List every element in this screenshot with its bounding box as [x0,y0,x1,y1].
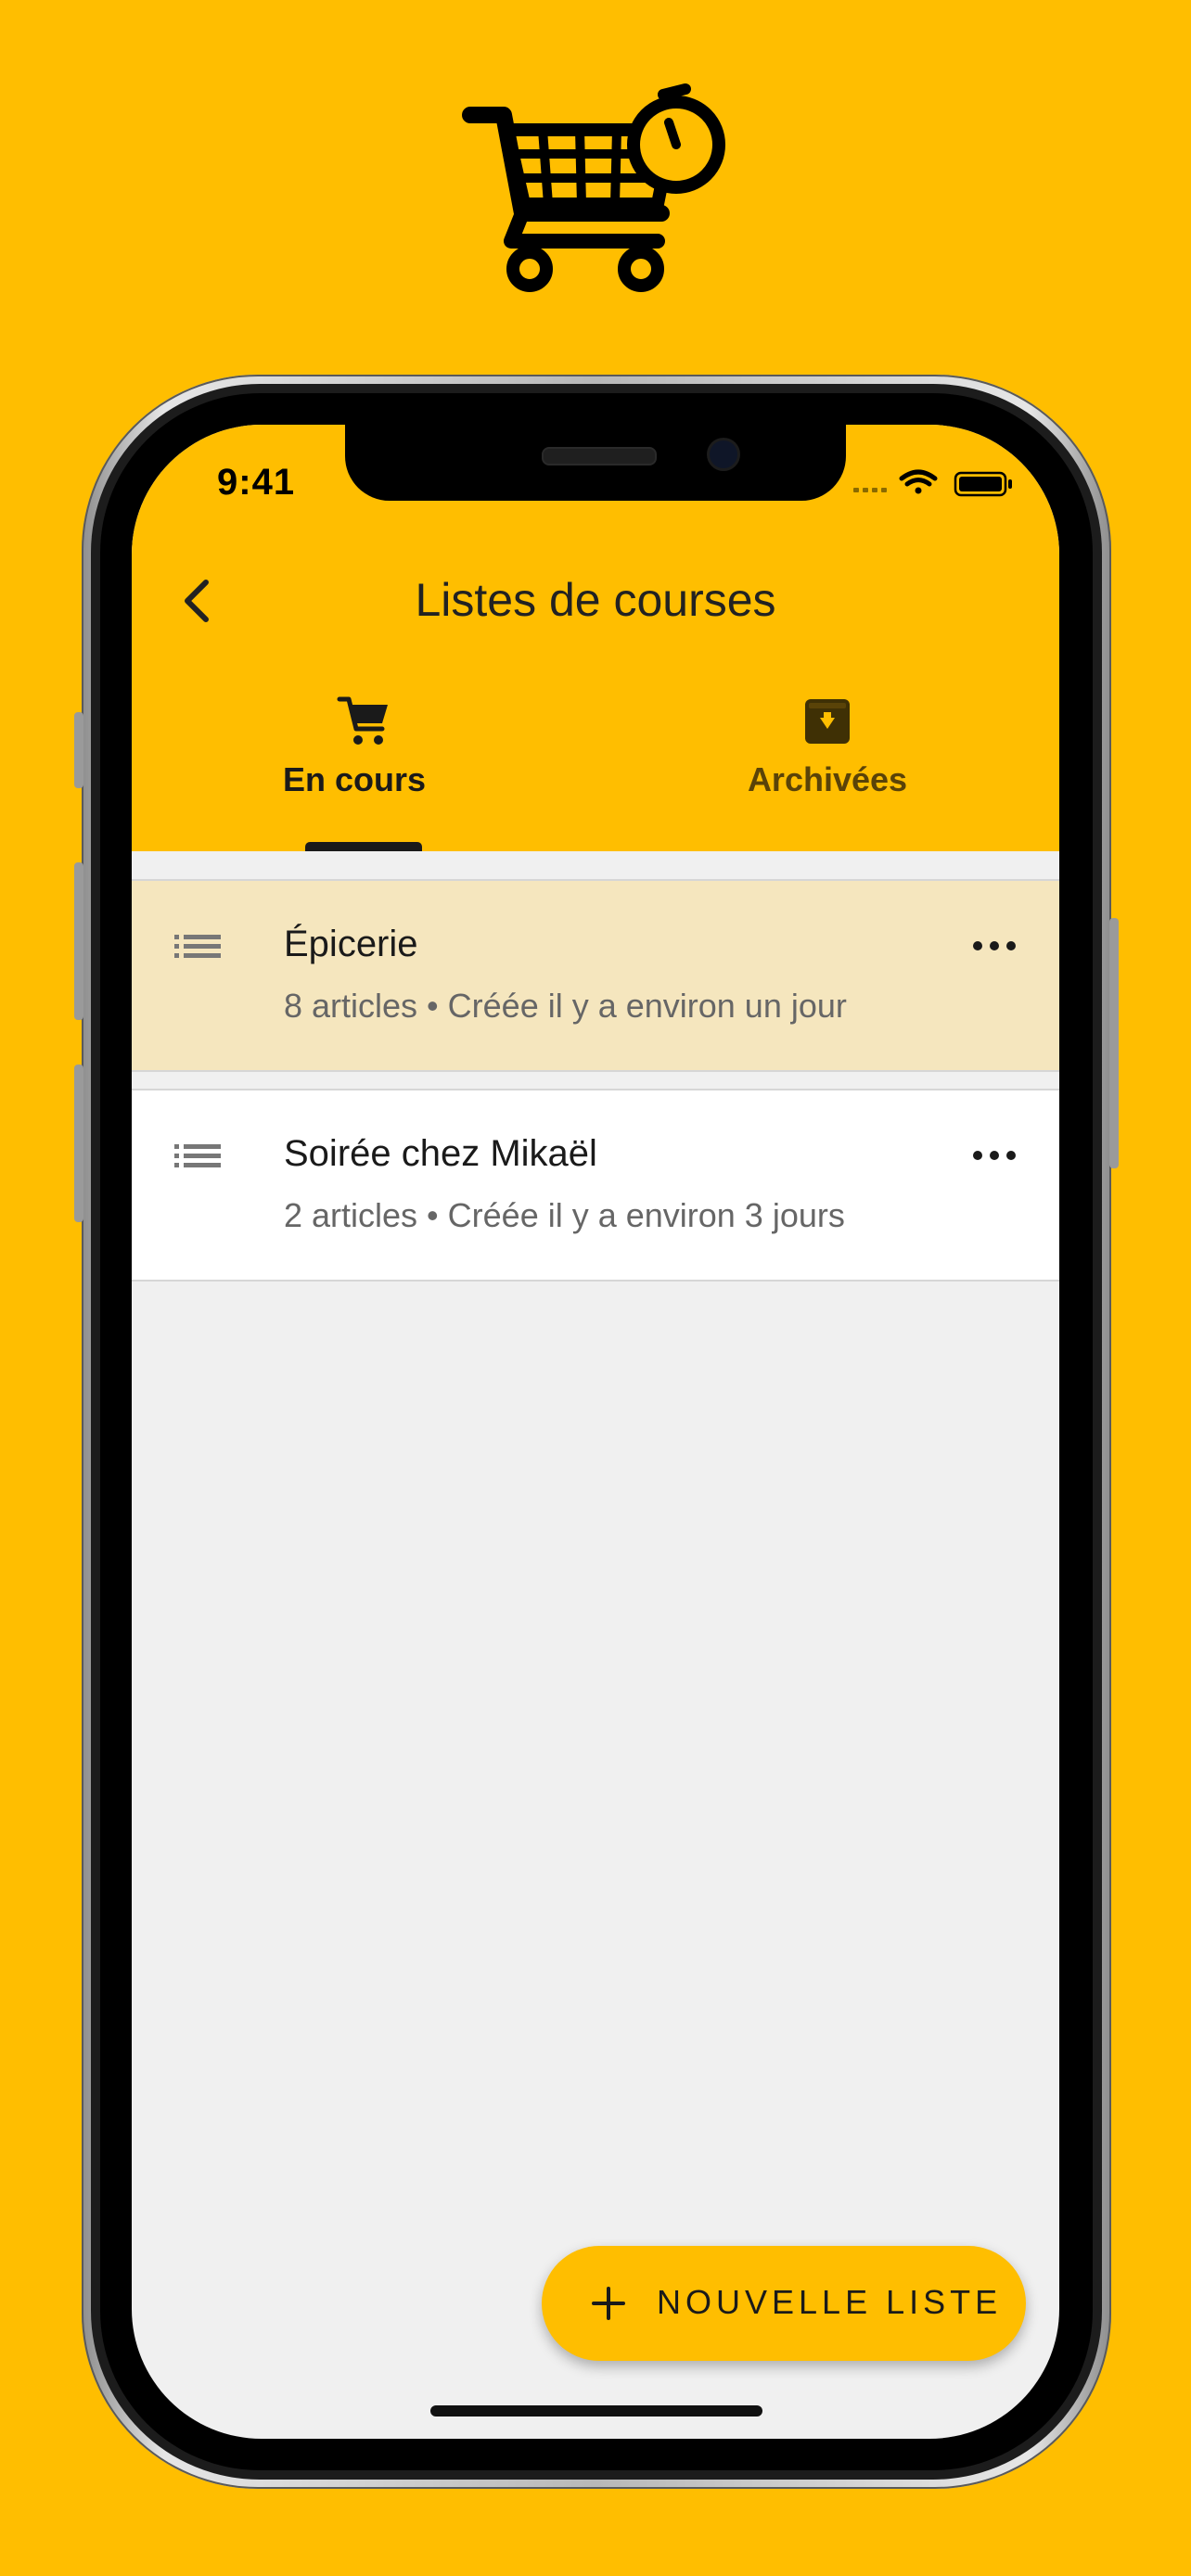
home-indicator[interactable] [430,2405,762,2417]
battery-icon [954,471,1012,497]
tab-archivees[interactable]: Archivées [596,694,1059,851]
phone-power-button [1109,918,1119,1168]
list-icon [174,1144,221,1167]
app-logo-cart-timer-icon [462,83,725,292]
more-options-icon[interactable] [967,1137,1022,1174]
active-tab-indicator [305,842,422,851]
archive-icon [805,699,850,744]
cart-icon [337,696,388,745]
list-item[interactable]: Épicerie 8 articles • Créée il y a envir… [132,879,1059,1072]
phone-volume-down [74,1065,83,1222]
tab-label-archivees: Archivées [747,760,908,798]
list-icon [174,935,221,958]
new-list-button[interactable]: NOUVELLE LISTE [542,2246,1026,2361]
status-icons [853,469,1012,497]
earpiece-speaker [542,447,657,465]
page-title: Listes de courses [415,574,776,626]
list-subtitle: 2 articles • Créée il y a environ 3 jour… [284,1196,845,1234]
front-camera [707,438,740,471]
tab-label-en-cours: En cours [282,760,427,798]
more-options-icon[interactable] [967,927,1022,964]
tab-en-cours[interactable]: En cours [132,694,596,851]
phone-volume-up [74,862,83,1020]
app-screen: 9:41 Listes de courses En cours Archivée… [132,425,1059,2439]
wifi-icon [899,469,938,494]
status-time: 9:41 [217,462,296,503]
notch [345,425,846,501]
list-item[interactable]: Soirée chez Mikaël 2 articles • Créée il… [132,1089,1059,1282]
phone-silent-switch [74,712,83,788]
plus-icon [592,2287,625,2320]
new-list-label: NOUVELLE LISTE [657,2283,1003,2321]
list-title: Épicerie [284,924,418,964]
list-title: Soirée chez Mikaël [284,1133,597,1174]
signal-icon [853,488,887,492]
app-bar: 9:41 Listes de courses En cours Archivée… [132,425,1059,851]
list-subtitle: 8 articles • Créée il y a environ un jou… [284,987,847,1025]
